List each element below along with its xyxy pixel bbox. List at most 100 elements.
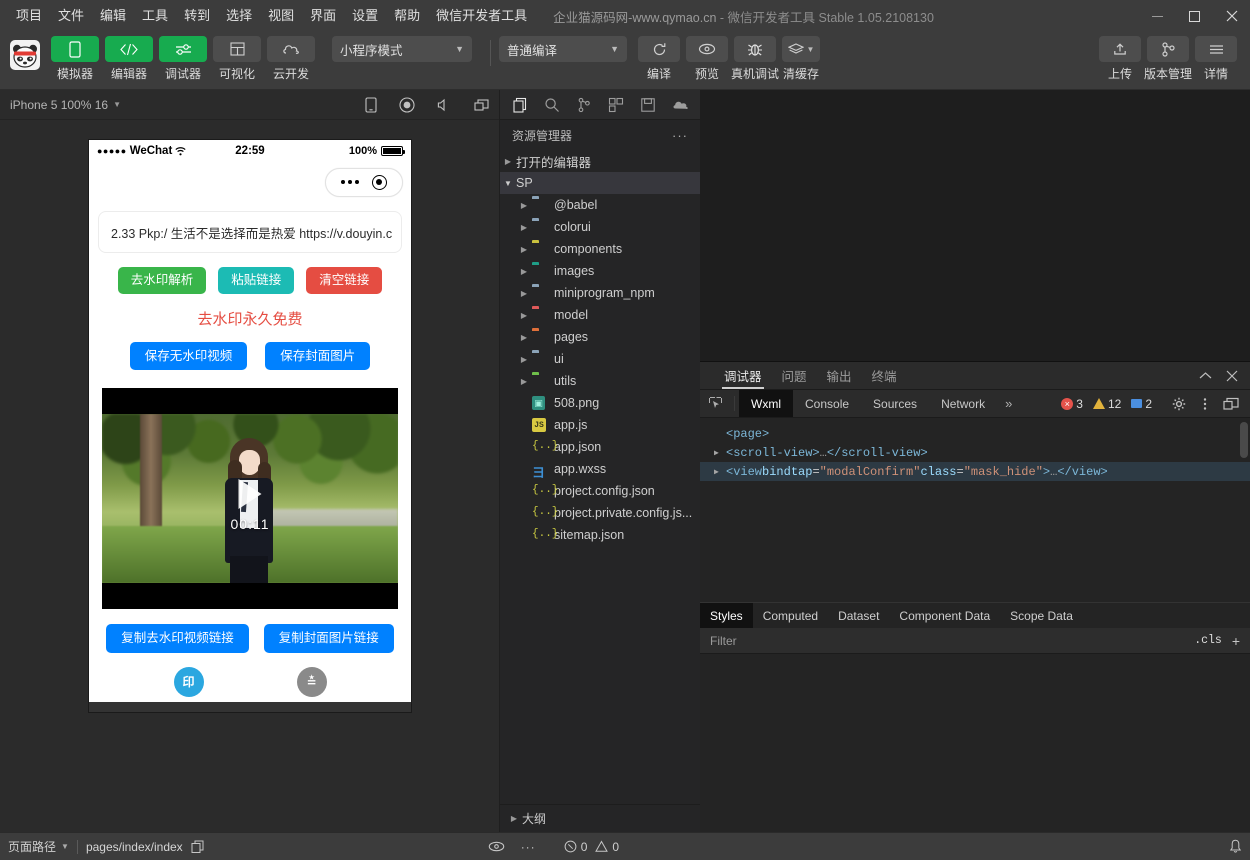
chevron-right-icon[interactable]: ▶ [714,467,726,477]
files-icon[interactable] [504,91,536,119]
inspect-element-icon[interactable] [700,390,730,417]
more-vertical-icon[interactable] [1192,390,1218,417]
play-icon[interactable] [239,479,262,509]
parse-button[interactable]: 去水印解析 [118,267,207,294]
toolbar-button-compile[interactable]: 编译 [635,36,683,82]
device-rotate-icon[interactable] [365,97,377,113]
more-dots-icon[interactable] [341,180,359,184]
tree-item-project-private-config[interactable]: {..} project.private.config.js... [500,502,700,524]
tree-item-project-config[interactable]: {..} project.config.json [500,480,700,502]
tree-item-miniprogram-npm[interactable]: ▶ miniprogram_npm [500,282,700,304]
devtools-overflow-icon[interactable]: » [997,390,1020,417]
link-input[interactable]: 2.33 Pkp:/ 生活不是选择而是热爱 https://v.douyin.c [98,211,402,253]
copy-icon[interactable] [191,840,204,853]
search-icon[interactable] [536,91,568,119]
status-eye-button[interactable] [480,833,513,860]
menu-item-devtools[interactable]: 微信开发者工具 [428,0,535,32]
paste-link-button[interactable]: 粘贴链接 [218,267,294,294]
mode-select[interactable]: 小程序模式 ▼ [332,36,472,62]
volume-icon[interactable] [437,98,452,112]
devtools-tab-wxml[interactable]: Wxml [739,390,793,417]
tree-item-components[interactable]: ▶ components [500,238,700,260]
info-count-badge[interactable]: 2 [1131,397,1152,411]
chevron-down-icon[interactable]: ▼ [113,100,121,109]
menu-item-select[interactable]: 选择 [218,0,260,32]
save-video-button[interactable]: 保存无水印视频 [130,342,248,371]
maximize-button[interactable] [1176,0,1213,32]
copy-video-link-button[interactable]: 复制去水印视频链接 [106,624,249,653]
menu-item-tools[interactable]: 工具 [134,0,176,32]
source-control-icon[interactable] [568,91,600,119]
target-icon[interactable] [372,175,387,190]
menu-item-project[interactable]: 项目 [8,0,50,32]
explorer-more-icon[interactable]: ··· [672,128,688,143]
wxml-line[interactable]: <page> [700,424,1250,443]
toolbar-button-version[interactable]: 版本管理 [1144,36,1192,82]
toolbar-button-details[interactable]: 详情 [1192,36,1240,82]
editor-area[interactable] [700,90,1250,362]
clear-link-button[interactable]: 清空链接 [306,267,382,294]
tab-terminal[interactable]: 终端 [862,362,907,389]
devtools-tab-network[interactable]: Network [929,390,997,417]
tree-item-sitemap-json[interactable]: {..} sitemap.json [500,524,700,546]
styles-tab-component-data[interactable]: Component Data [889,603,1000,628]
styles-tab-scope-data[interactable]: Scope Data [1000,603,1083,628]
styles-tab-styles[interactable]: Styles [700,603,753,628]
extensions-icon[interactable] [600,91,632,119]
tree-item-pages[interactable]: ▶ pages [500,326,700,348]
tree-section-sp[interactable]: ▼ SP [500,172,700,194]
menu-item-edit[interactable]: 编辑 [92,0,134,32]
tree-section-open-editors[interactable]: ▶ 打开的编辑器 [500,150,700,172]
tree-item-508-png[interactable]: ▣ 508.png [500,392,700,414]
detach-window-icon[interactable] [474,98,489,112]
record-icon[interactable] [399,97,415,113]
close-button[interactable] [1213,0,1250,32]
menu-item-goto[interactable]: 转到 [176,0,218,32]
tree-item-babel[interactable]: ▶ @babel [500,194,700,216]
tab-debugger[interactable]: 调试器 [714,362,772,389]
collapse-icon[interactable] [1199,371,1212,380]
wxml-tree-view[interactable]: <page> ▶ <scroll-view> … </scroll-view> … [700,418,1250,602]
chevron-right-icon[interactable]: ▶ [714,448,726,458]
error-count-badge[interactable]: × 3 [1061,397,1083,411]
settings-icon[interactable] [1166,390,1192,417]
toolbar-button-realdevice[interactable]: 真机调试 [731,36,779,82]
problems-indicator[interactable]: 0 0 [556,833,627,860]
tab-output[interactable]: 输出 [817,362,862,389]
tree-item-colorui[interactable]: ▶ colorui [500,216,700,238]
devtools-tab-console[interactable]: Console [793,390,861,417]
toolbar-button-editor[interactable]: 编辑器 [105,36,153,82]
compile-select[interactable]: 普通编译 ▼ [499,36,627,62]
notifications-button[interactable] [1221,833,1250,860]
status-more-button[interactable]: ··· [513,833,544,860]
wxml-scrollbar[interactable] [1240,422,1248,458]
outline-section[interactable]: ▶ 大纲 [500,804,700,832]
save-icon[interactable] [632,91,664,119]
page-path-selector[interactable]: 页面路径 ▼ [0,833,77,860]
tab-problems[interactable]: 问题 [772,362,817,389]
warning-count-badge[interactable]: 12 [1093,397,1121,411]
tree-item-app-json[interactable]: {..} app.json [500,436,700,458]
tree-item-model[interactable]: ▶ model [500,304,700,326]
menu-item-interface[interactable]: 界面 [302,0,344,32]
save-cover-button[interactable]: 保存封面图片 [265,342,370,371]
toolbar-button-clouddev[interactable]: 云开发 [267,36,315,82]
menu-item-help[interactable]: 帮助 [386,0,428,32]
styles-tab-dataset[interactable]: Dataset [828,603,889,628]
menu-item-view[interactable]: 视图 [260,0,302,32]
menu-item-settings[interactable]: 设置 [344,0,386,32]
toolbar-button-clearcache[interactable]: ▼ 清缓存 [779,36,823,82]
styles-filter-input[interactable]: Filter [710,634,737,648]
toolbar-button-visualization[interactable]: 可视化 [213,36,261,82]
copy-cover-link-button[interactable]: 复制封面图片链接 [264,624,394,653]
device-selector[interactable]: iPhone 5 100% 16 [10,98,108,112]
close-icon[interactable] [1226,370,1238,382]
tree-item-utils[interactable]: ▶ utils [500,370,700,392]
dock-icon[interactable] [1218,390,1244,417]
wxml-line-selected[interactable]: ▶ <view bindtap = "modalConfirm" class =… [700,462,1250,481]
toolbar-button-preview[interactable]: 预览 [683,36,731,82]
tree-item-app-wxss[interactable]: ヨ app.wxss [500,458,700,480]
tree-item-app-js[interactable]: JS app.js [500,414,700,436]
tree-item-images[interactable]: ▶ images [500,260,700,282]
video-player[interactable]: 00:11 [102,388,398,609]
